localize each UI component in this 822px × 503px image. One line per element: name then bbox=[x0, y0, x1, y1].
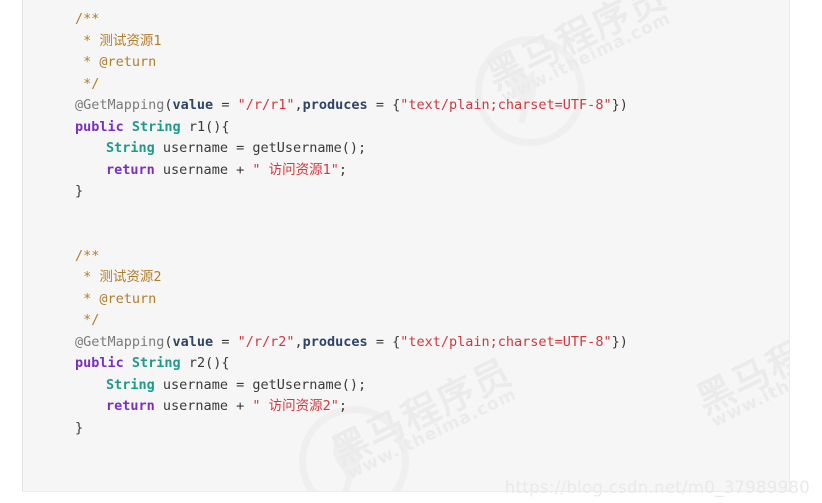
code-token-type: String bbox=[106, 140, 155, 156]
code-token-comment: /** bbox=[75, 247, 100, 264]
code-token-punct: ; bbox=[338, 398, 348, 414]
code-token-comment: /** bbox=[75, 11, 100, 27]
code-token-punct: }) bbox=[611, 333, 628, 350]
code-line: * @return bbox=[23, 52, 789, 74]
code-token-punct: } bbox=[75, 419, 84, 436]
code-line: } bbox=[23, 181, 789, 203]
code-token-anno: @GetMapping bbox=[75, 97, 165, 113]
code-block-panel: 黑马程序员 www.itheima.com 黑马程序员 www.itheima.… bbox=[22, 0, 790, 492]
code-token-punct: ( bbox=[164, 333, 173, 350]
code-token-punct: , bbox=[294, 97, 303, 113]
code-line: public String r2(){ bbox=[23, 353, 789, 375]
code-token-type: String bbox=[131, 355, 181, 371]
code-token-punct: (); bbox=[341, 140, 367, 156]
code-token-keyword: return bbox=[106, 398, 155, 414]
code-line: */ bbox=[23, 310, 789, 332]
code-line: String username = getUsername(); bbox=[23, 138, 789, 160]
code-line: * 测试资源1 bbox=[23, 31, 789, 53]
code-token-param: produces bbox=[302, 333, 368, 350]
code-token-comment: */ bbox=[75, 312, 100, 328]
code-token-method: getUsername bbox=[252, 140, 342, 156]
code-token-punct: (){ bbox=[205, 355, 230, 371]
code-token-punct: }) bbox=[611, 97, 628, 113]
code-token-punct: , bbox=[294, 333, 303, 350]
code-token-punct: = bbox=[375, 333, 384, 350]
code-token-anno: @GetMapping bbox=[75, 333, 165, 350]
code-token-method: r2 bbox=[188, 355, 206, 371]
code-token-punct: (){ bbox=[205, 118, 230, 135]
code-token-string: " 访问资源1" bbox=[252, 161, 339, 178]
code-line: * @return bbox=[23, 289, 789, 311]
code-token-punct: (); bbox=[341, 376, 367, 393]
code-token-punct: = bbox=[375, 97, 384, 113]
code-token-comment: * 测试资源2 bbox=[75, 269, 162, 285]
code-content[interactable]: /** * 测试资源1 * @return */@GetMapping(valu… bbox=[23, 0, 789, 491]
code-line: return username + " 访问资源2"; bbox=[23, 396, 789, 418]
code-line: @GetMapping(value = "/r/r1",produces = {… bbox=[23, 95, 789, 117]
code-token-punct: = bbox=[236, 376, 245, 393]
code-line: * 测试资源2 bbox=[23, 267, 789, 289]
code-token-plain: username bbox=[162, 398, 228, 414]
code-line: /** bbox=[23, 246, 789, 268]
code-token-param: produces bbox=[302, 97, 368, 113]
code-token-punct: ; bbox=[338, 161, 348, 178]
code-token-comment: * 测试资源1 bbox=[75, 32, 162, 49]
code-line: return username + " 访问资源1"; bbox=[23, 160, 789, 182]
code-line: String username = getUsername(); bbox=[23, 375, 789, 397]
code-line: public String r1(){ bbox=[23, 117, 789, 139]
code-token-punct: ( bbox=[164, 97, 173, 113]
code-token-string: " 访问资源2" bbox=[252, 398, 339, 414]
code-token-string: "text/plain;charset=UTF-8" bbox=[400, 97, 612, 113]
code-line: @GetMapping(value = "/r/r2",produces = {… bbox=[23, 332, 789, 354]
code-token-keyword: public bbox=[75, 118, 124, 135]
code-token-type: String bbox=[131, 118, 181, 135]
code-token-string: "/r/r1" bbox=[237, 97, 295, 113]
csdn-blog-url-watermark: https://blog.csdn.net/m0_37989980 bbox=[504, 478, 810, 497]
code-token-plain: username bbox=[162, 376, 228, 393]
code-token-method: r1 bbox=[188, 118, 206, 135]
code-token-plain: username bbox=[162, 140, 228, 156]
code-line: */ bbox=[23, 74, 789, 96]
code-line: /** bbox=[23, 9, 789, 31]
code-token-type: String bbox=[106, 376, 155, 393]
code-token-method: getUsername bbox=[252, 376, 342, 393]
code-token-param: value bbox=[172, 97, 214, 113]
code-token-string: "text/plain;charset=UTF-8" bbox=[400, 333, 612, 350]
code-token-keyword: public bbox=[75, 355, 124, 371]
code-token-string: "/r/r2" bbox=[237, 333, 295, 350]
code-token-punct: + bbox=[236, 161, 245, 178]
code-token-comment: */ bbox=[75, 75, 100, 92]
code-token-comment: * @return bbox=[75, 54, 157, 70]
code-token-param: value bbox=[172, 333, 214, 350]
code-token-punct: } bbox=[75, 183, 84, 199]
code-line: } bbox=[23, 418, 789, 440]
code-token-comment: * @return bbox=[75, 290, 157, 307]
code-token-plain: username bbox=[162, 161, 228, 178]
code-token-punct: + bbox=[236, 398, 245, 414]
code-token-punct: = bbox=[236, 140, 245, 156]
code-token-keyword: return bbox=[106, 161, 155, 178]
